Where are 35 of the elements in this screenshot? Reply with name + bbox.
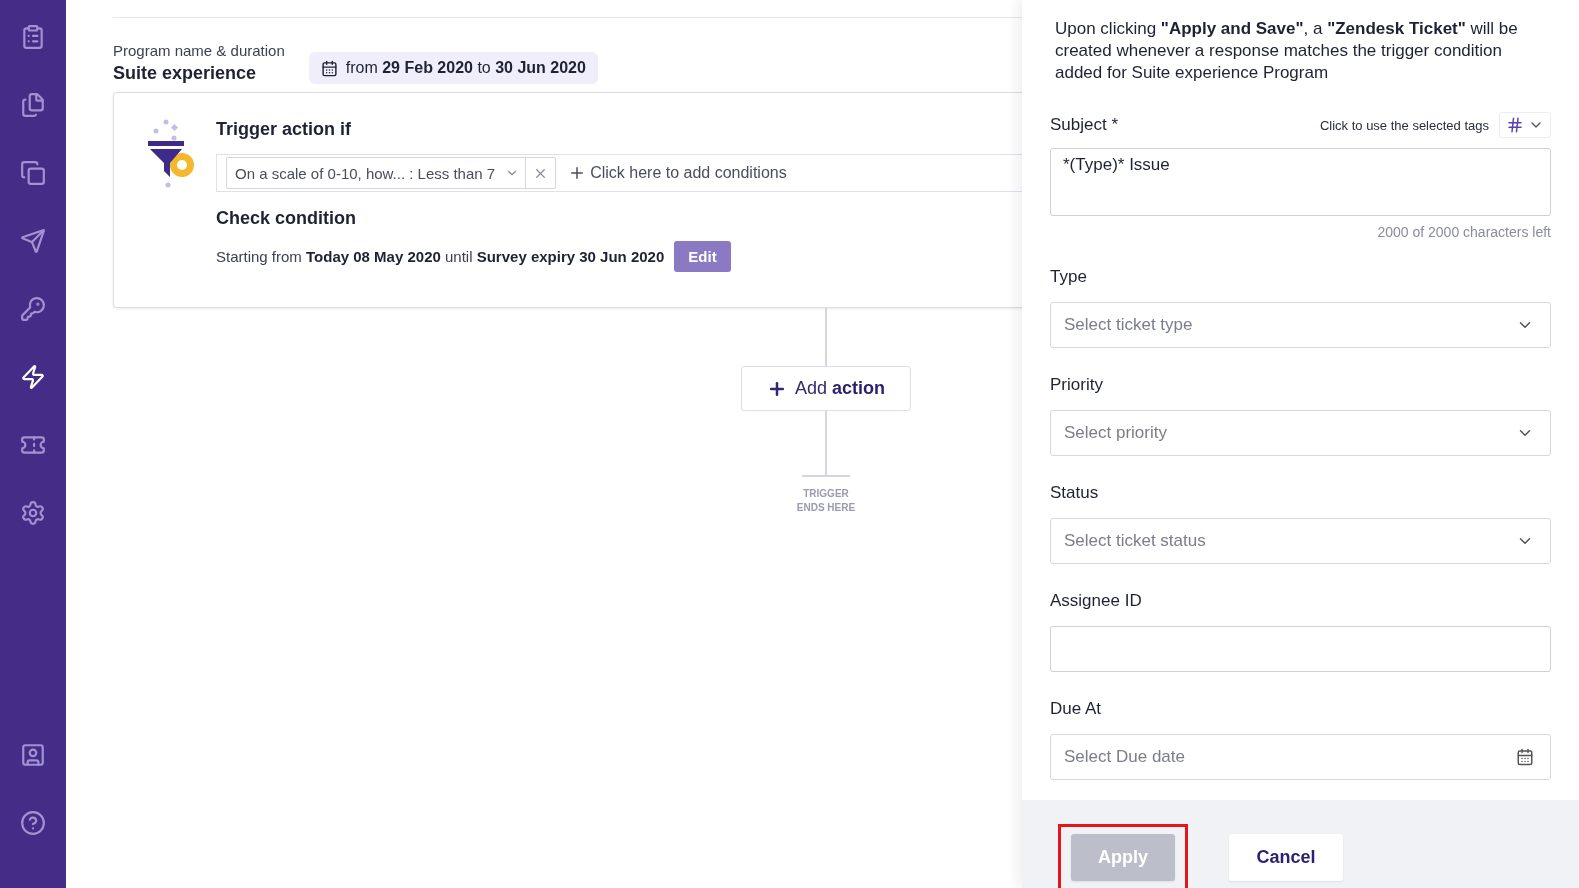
duration-text: from 29 Feb 2020 to 30 Jun 2020 [345,59,586,77]
send-icon[interactable] [18,226,48,256]
calendar-icon [1516,748,1534,766]
calendar-icon [320,59,338,77]
trigger-end-label: TRIGGER ENDS HERE [795,487,857,515]
screens-icon[interactable] [18,158,48,188]
select-field[interactable]: Select priority [1050,410,1551,456]
cancel-button[interactable]: Cancel [1229,834,1343,881]
character-counter: 2000 of 2000 characters left [1377,224,1551,240]
hash-icon [1506,116,1524,134]
select-field[interactable]: Select ticket status [1050,518,1551,564]
subject-field[interactable]: *(Type)* Issue [1050,148,1551,216]
add-condition-link[interactable]: Click here to add conditions [568,164,787,182]
condition-chip[interactable]: On a scale of 0-10, how... : Less than 7 [226,157,557,189]
help-icon[interactable] [18,808,48,838]
field-label: Type [1050,267,1087,287]
field-label: Due At [1050,699,1102,719]
check-condition-title: Check condition [216,208,357,229]
field-label: Priority [1050,375,1103,395]
edit-button[interactable]: Edit [674,241,731,272]
input-field[interactable] [1050,626,1551,672]
tags-button[interactable] [1499,112,1551,138]
field-label: Status [1050,483,1099,503]
check-condition-text: Starting from Today 08 May 2020 until Survey expiry 30 Jun 2020 [216,248,665,265]
intro-text: Upon clicking "Apply and Save", a "Zendesk Ticket" will be created whenever a response matches the trigger condition added for Suite experience Program [1055,18,1519,84]
date-field[interactable]: Select Due date [1050,734,1551,780]
key-icon[interactable] [18,294,48,324]
tags-hint: Click to use the selected tags [1319,117,1489,133]
trigger-title: Trigger action if [216,119,353,140]
select-field[interactable]: Select ticket type [1050,302,1551,348]
add-action-button[interactable]: Add action [741,366,911,411]
field-label: Assignee ID [1050,591,1142,611]
program-name: Suite experience [113,63,258,84]
program-label: Program name & duration [113,42,285,59]
field-label: Subject * [1050,115,1119,135]
